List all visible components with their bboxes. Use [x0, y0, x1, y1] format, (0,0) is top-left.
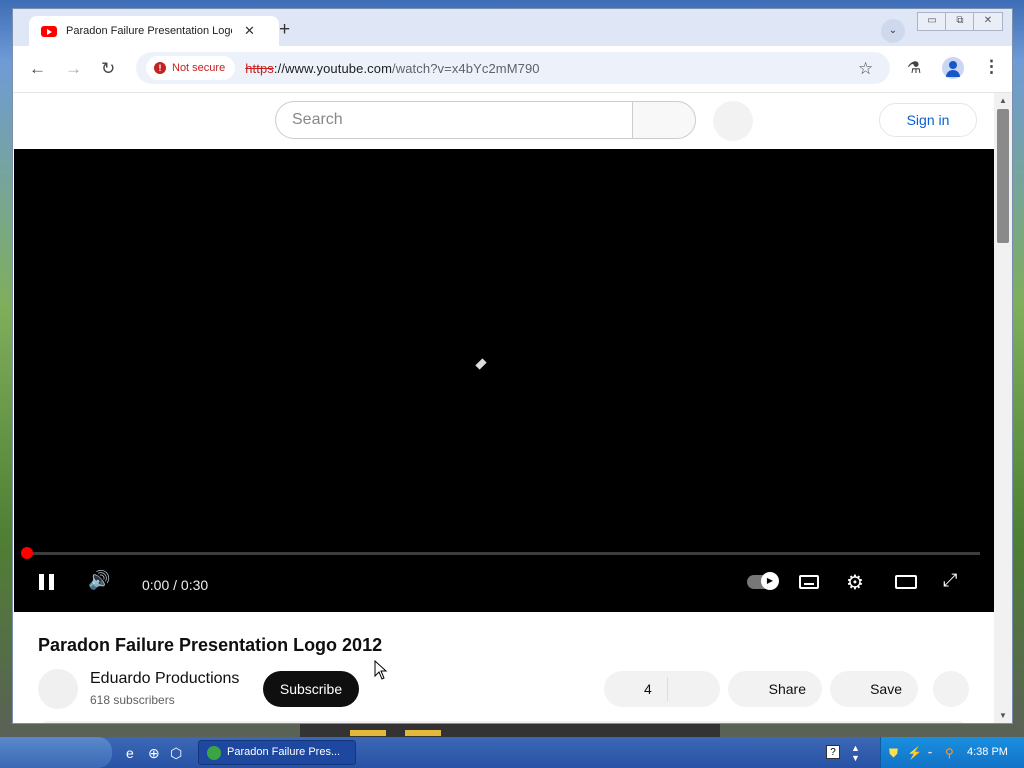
tray-expand-icon[interactable]: ▲ ▼: [851, 743, 860, 763]
not-secure-icon: !: [154, 62, 166, 74]
like-button[interactable]: 4: [604, 671, 720, 707]
cursor-arrow-icon: [374, 659, 388, 680]
like-divider: [667, 677, 668, 701]
search-tray-icon[interactable]: ⚲: [945, 746, 954, 760]
url-host: ://www.youtube.com: [273, 60, 393, 76]
time-display: 0:00 / 0:30: [142, 577, 209, 593]
progress-bar[interactable]: [26, 552, 980, 555]
scrubber-handle[interactable]: [21, 547, 33, 559]
fullscreen-icon[interactable]: ⤢: [943, 570, 957, 591]
settings-gear-icon[interactable]: ⚙: [846, 570, 864, 595]
share-button[interactable]: Share: [728, 671, 822, 707]
help-icon[interactable]: ?: [826, 745, 840, 759]
scrollbar-thumb[interactable]: [997, 109, 1009, 243]
video-player[interactable]: 🔊 0:00 / 0:30 ⚙ ⤢: [14, 149, 994, 612]
security-label: Not secure: [172, 62, 226, 74]
new-tab-button[interactable]: +: [279, 19, 290, 41]
ie-quicklaunch-icon[interactable]: e: [126, 745, 134, 761]
taskbar: e ⊕ ⬡ Paradon Failure Pres... ? ▲ ▼ ⛊ ⚡ ⁃…: [0, 737, 1024, 768]
theater-mode-icon[interactable]: [895, 575, 917, 589]
loading-spinner: [475, 358, 487, 370]
road-stripe: [405, 730, 441, 736]
security-shield-icon[interactable]: ⛊: [889, 746, 898, 761]
start-button[interactable]: [0, 737, 112, 768]
network-icon[interactable]: ⚡: [907, 746, 922, 760]
bookmark-star-icon[interactable]: ☆: [858, 59, 873, 79]
scroll-up-icon[interactable]: ▲: [999, 96, 1007, 105]
taskbar-item-browser[interactable]: Paradon Failure Pres...: [198, 740, 356, 765]
tab-search-chevron-icon[interactable]: ⌄: [881, 19, 905, 43]
minimize-button[interactable]: ▭: [917, 12, 947, 31]
clock: 4:38 PM: [967, 746, 1008, 758]
pause-icon[interactable]: [39, 574, 54, 590]
browser-menu-icon[interactable]: ⋮: [983, 57, 1000, 77]
tab-youtube-video[interactable]: Paradon Failure Presentation Logo ✕: [29, 16, 279, 46]
sign-in-button[interactable]: Sign in: [879, 103, 977, 137]
browser-quicklaunch-icon[interactable]: ⊕: [148, 745, 160, 762]
autoplay-toggle[interactable]: [747, 572, 779, 590]
channel-avatar[interactable]: [38, 669, 78, 709]
voice-search-button[interactable]: [713, 101, 753, 141]
page-scrollbar[interactable]: ▲ ▼: [994, 93, 1012, 723]
scroll-down-icon[interactable]: ▼: [999, 711, 1007, 720]
more-actions-button[interactable]: [933, 671, 969, 707]
back-arrow-icon[interactable]: ←: [29, 59, 46, 79]
reload-icon[interactable]: ↻: [101, 59, 115, 79]
subscribe-button[interactable]: Subscribe: [263, 671, 359, 707]
youtube-favicon-icon: [41, 25, 57, 37]
browser-task-icon: [207, 746, 221, 760]
url-text[interactable]: https://www.youtube.com/watch?v=x4bYc2mM…: [245, 61, 539, 76]
forward-arrow-icon[interactable]: →: [65, 59, 82, 79]
channel-name[interactable]: Eduardo Productions: [90, 670, 239, 688]
url-scheme: https: [245, 60, 274, 76]
subtitles-icon[interactable]: [799, 575, 819, 589]
like-count: 4: [644, 681, 652, 697]
browser-window: Paradon Failure Presentation Logo ✕ + ⌄ …: [12, 8, 1013, 724]
subscriber-count: 618 subscribers: [90, 693, 175, 707]
save-button[interactable]: Save: [830, 671, 918, 707]
tab-title: Paradon Failure Presentation Logo: [66, 25, 232, 37]
security-chip[interactable]: ! Not secure: [146, 56, 236, 80]
video-title: Paradon Failure Presentation Logo 2012: [38, 635, 383, 655]
taskbar-item-label: Paradon Failure Pres...: [227, 746, 341, 758]
tab-close-icon[interactable]: ✕: [244, 23, 255, 39]
system-tray: ⛊ ⚡ ⁃ ⚲ 4:38 PM: [880, 737, 1024, 768]
search-button[interactable]: [632, 101, 696, 139]
close-window-button[interactable]: ✕: [973, 12, 1003, 31]
browser-toolbar: ← → ↻ ! Not secure https://www.youtube.c…: [13, 46, 1012, 93]
youtube-page: Search Sign in 🔊 0:00 / 0:30 ⚙ ⤢ Paradon…: [13, 93, 994, 723]
description-box[interactable]: [38, 721, 968, 723]
connection-icon[interactable]: ⁃: [927, 746, 933, 760]
restore-button[interactable]: ⧉: [945, 12, 975, 31]
volume-icon[interactable]: 🔊: [88, 570, 110, 591]
tab-strip: Paradon Failure Presentation Logo ✕ + ⌄ …: [13, 9, 1012, 46]
url-path: /watch?v=x4bYc2mM790: [392, 60, 540, 76]
address-bar[interactable]: ! Not secure https://www.youtube.com/wat…: [136, 52, 890, 84]
road-stripe: [350, 730, 386, 736]
virtualbox-quicklaunch-icon[interactable]: ⬡: [170, 745, 182, 762]
search-input[interactable]: Search: [275, 101, 632, 139]
labs-flask-icon[interactable]: ⚗: [907, 58, 921, 78]
profile-avatar-icon[interactable]: [942, 57, 964, 79]
